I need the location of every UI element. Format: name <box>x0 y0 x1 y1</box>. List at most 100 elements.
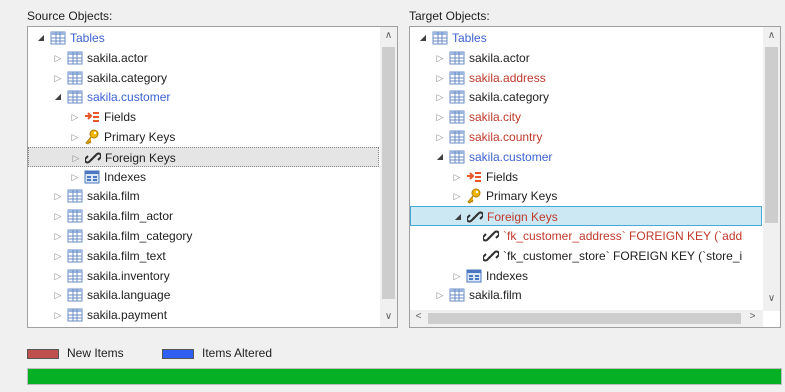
target-tree[interactable]: ◢ Tables ▷ sakila.actor ▷ sakila.address ▷ saki… <box>409 26 781 328</box>
table-icon <box>67 70 83 86</box>
tree-item-label: sakila.customer <box>469 149 553 164</box>
expand-arrow-icon[interactable]: ▷ <box>53 305 63 325</box>
tree-item[interactable]: ▷ sakila.film_category <box>28 226 379 246</box>
tree-item-label: sakila.payment <box>87 308 168 323</box>
target-horizontal-scrollbar[interactable]: < > <box>410 310 763 327</box>
expand-arrow-icon[interactable]: ▷ <box>53 266 63 286</box>
table-icon <box>67 287 83 303</box>
table-icon <box>449 149 465 165</box>
tree-item[interactable]: ▷ sakila.language <box>28 285 379 305</box>
collapse-arrow-icon[interactable]: ◢ <box>418 28 428 48</box>
tree-item[interactable]: ◢ Tables <box>410 28 762 48</box>
tree-item[interactable]: ▷ sakila.film <box>28 186 379 206</box>
tree-item[interactable]: ▷ Foreign Keys <box>28 146 379 168</box>
tree-item-label: Indexes <box>104 169 147 184</box>
fields-icon <box>466 169 482 185</box>
collapse-arrow-icon[interactable]: ◢ <box>53 87 63 107</box>
source-vertical-scrollbar[interactable]: ∧ ∨ <box>380 27 397 327</box>
expand-arrow-icon[interactable]: ▷ <box>53 48 63 68</box>
table-icon <box>67 50 83 66</box>
tree-item[interactable]: ▷ Indexes <box>410 266 762 286</box>
table-icon <box>67 268 83 284</box>
new-items-label: New Items <box>67 346 124 360</box>
tree-item[interactable]: ▷ Primary Keys <box>28 127 379 147</box>
tree-item-label: sakila.country <box>469 130 543 144</box>
table-icon <box>67 188 83 204</box>
collapse-arrow-icon[interactable]: ◢ <box>36 28 46 48</box>
tree-item[interactable]: ▷ sakila.category <box>410 87 762 107</box>
expand-arrow-icon[interactable]: ▷ <box>53 206 63 226</box>
tree-item[interactable]: ▷ Fields <box>28 107 379 127</box>
scroll-right-icon[interactable]: > <box>744 311 761 322</box>
expand-arrow-icon[interactable]: ▷ <box>71 148 81 168</box>
tree-item[interactable]: ▷ sakila.city <box>410 107 762 127</box>
tree-item-label: sakila.category <box>469 90 550 105</box>
tree-item[interactable]: ▷ sakila.film_text <box>28 246 379 266</box>
tree-item[interactable]: ▷ sakila.category <box>28 68 379 88</box>
items-altered-swatch <box>162 349 194 359</box>
target-vertical-scrollbar[interactable]: ∧ ∨ <box>763 27 780 311</box>
expand-arrow-icon[interactable]: ▷ <box>435 127 445 147</box>
tree-item-label: Fields <box>104 110 137 125</box>
tree-item[interactable]: ▷ sakila.address <box>410 68 762 88</box>
expand-arrow-icon[interactable]: ▷ <box>70 107 80 127</box>
expand-arrow-icon[interactable]: ▷ <box>53 186 63 206</box>
tree-item[interactable]: ◢ Foreign Keys <box>410 206 762 227</box>
tree-item-label: Fields <box>486 169 519 184</box>
tree-item-label: `fk_customer_store` FOREIGN KEY (`store_… <box>503 248 743 263</box>
index-icon <box>466 268 482 284</box>
target-hscroll-thumb[interactable] <box>428 313 741 324</box>
expand-arrow-icon[interactable]: ▷ <box>452 167 462 187</box>
tree-item-label: sakila.actor <box>469 50 530 65</box>
scroll-down-icon[interactable]: ∨ <box>763 293 780 304</box>
expand-arrow-icon[interactable]: ▷ <box>53 68 63 88</box>
tree-item[interactable]: ◢ Tables <box>28 28 379 48</box>
expand-arrow-icon[interactable]: ▷ <box>435 87 445 107</box>
source-tree[interactable]: ◢ Tables ▷ sakila.actor ▷ sakila.category ◢ sak… <box>27 26 398 328</box>
expand-arrow-icon[interactable]: ▷ <box>53 226 63 246</box>
scroll-up-icon[interactable]: ∧ <box>763 30 780 41</box>
expand-arrow-icon[interactable]: ▷ <box>70 127 80 147</box>
tree-item-label: sakila.inventory <box>87 268 170 283</box>
progress-fill <box>28 369 781 384</box>
scroll-left-icon[interactable]: < <box>410 311 427 322</box>
tree-item[interactable]: ▷ sakila.actor <box>28 48 379 68</box>
expand-arrow-icon[interactable]: ▷ <box>452 186 462 206</box>
tree-item[interactable]: `fk_customer_store` FOREIGN KEY (`store_… <box>410 246 762 266</box>
collapse-arrow-icon[interactable]: ◢ <box>435 147 445 167</box>
tree-item[interactable]: ▷ sakila.country <box>410 127 762 147</box>
items-altered-label: Items Altered <box>202 346 273 360</box>
tree-item[interactable]: ▷ sakila.payment <box>28 305 379 325</box>
table-icon <box>449 50 465 66</box>
tree-item-label: Primary Keys <box>486 189 558 204</box>
collapse-arrow-icon[interactable]: ◢ <box>453 207 463 227</box>
tree-item[interactable]: ▷ Fields <box>410 167 762 187</box>
table-icon <box>449 89 465 105</box>
expand-arrow-icon[interactable]: ▷ <box>53 246 63 266</box>
tree-item[interactable]: ▷ Indexes <box>28 167 379 187</box>
expand-arrow-icon[interactable]: ▷ <box>435 107 445 127</box>
expand-arrow-icon[interactable]: ▷ <box>435 48 445 68</box>
expand-arrow-icon[interactable]: ▷ <box>53 285 63 305</box>
tree-item[interactable]: ◢ sakila.customer <box>410 147 762 167</box>
expand-arrow-icon[interactable]: ▷ <box>70 167 80 187</box>
scroll-down-icon[interactable]: ∨ <box>380 311 397 322</box>
key-icon <box>84 129 100 145</box>
tree-item[interactable]: ▷ sakila.actor <box>410 48 762 68</box>
tree-item[interactable]: `fk_customer_address` FOREIGN KEY (`add <box>410 226 762 246</box>
tree-item-label: Tables <box>70 31 105 45</box>
target-objects-label: Target Objects: <box>409 9 490 23</box>
table-icon <box>449 287 465 303</box>
scroll-up-icon[interactable]: ∧ <box>380 30 397 41</box>
target-scroll-thumb[interactable] <box>765 47 778 223</box>
table-icon <box>449 129 465 145</box>
tree-item[interactable]: ▷ Primary Keys <box>410 186 762 206</box>
source-scroll-thumb[interactable] <box>382 47 395 299</box>
tree-item[interactable]: ▷ sakila.film <box>410 285 762 305</box>
tree-item[interactable]: ▷ sakila.inventory <box>28 266 379 286</box>
expand-arrow-icon[interactable]: ▷ <box>435 68 445 88</box>
tree-item[interactable]: ◢ sakila.customer <box>28 87 379 107</box>
tree-item[interactable]: ▷ sakila.film_actor <box>28 206 379 226</box>
expand-arrow-icon[interactable]: ▷ <box>452 266 462 286</box>
expand-arrow-icon[interactable]: ▷ <box>435 285 445 305</box>
